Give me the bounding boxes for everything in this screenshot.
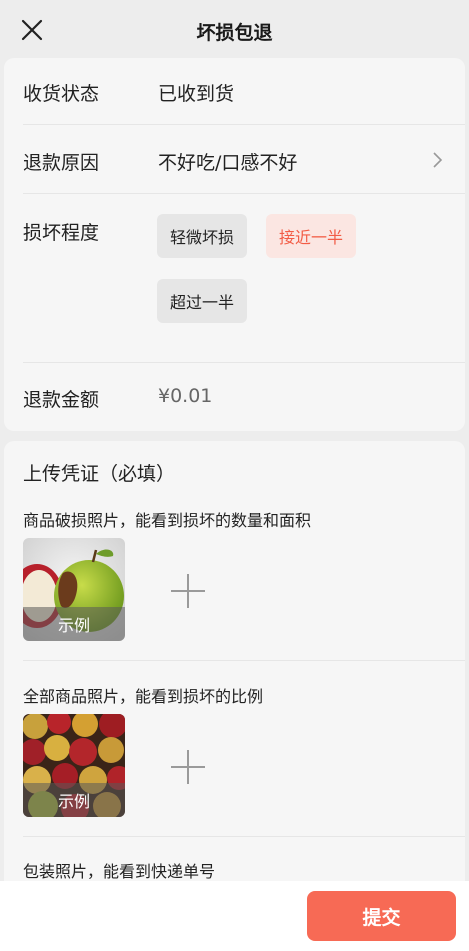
example-image-damaged-apples[interactable]: 示例 (23, 538, 125, 641)
submit-button[interactable]: 提交 (307, 891, 456, 941)
bottom-bar: 提交 (0, 881, 469, 951)
damage-option-over-half[interactable]: 超过一半 (157, 279, 247, 323)
top-bar: 坏损包退 (0, 0, 469, 58)
chevron-right-icon (431, 152, 443, 168)
damage-level-label: 损坏程度 (23, 222, 100, 244)
refund-reason-row[interactable]: 退款原因 不好吃/口感不好 (4, 125, 465, 193)
upload-proof-card: 上传凭证（必填） 商品破损照片，能看到损坏的数量和面积 示例 全部商品照片，能看… (4, 441, 465, 901)
refund-reason-value: 不好吃/口感不好 (158, 152, 298, 174)
example-label: 示例 (23, 607, 125, 641)
divider (23, 660, 465, 661)
receipt-status-value: 已收到货 (158, 83, 235, 105)
upload-hint-packaging: 包装照片，能看到快递单号 (23, 862, 216, 881)
receipt-status-label: 收货状态 (23, 83, 100, 105)
page-title: 坏损包退 (196, 22, 273, 44)
divider (23, 836, 465, 837)
refund-amount-row: 退款金额 ¥0.01 (4, 363, 465, 431)
damage-level-row: 损坏程度 轻微坏损 接近一半 超过一半 (4, 194, 465, 362)
add-photo-button[interactable] (168, 747, 208, 787)
example-image-apple-pile[interactable]: 示例 (23, 714, 125, 817)
upload-hint-all-products: 全部商品照片，能看到损坏的比例 (23, 687, 264, 706)
damage-option-minor[interactable]: 轻微坏损 (157, 214, 247, 258)
add-photo-button[interactable] (168, 571, 208, 611)
refund-info-card: 收货状态 已收到货 退款原因 不好吃/口感不好 损坏程度 轻微坏损 接近一半 超… (4, 58, 465, 431)
receipt-status-row: 收货状态 已收到货 (4, 58, 465, 124)
refund-reason-label: 退款原因 (23, 152, 100, 174)
example-label: 示例 (23, 783, 125, 817)
refund-amount-label: 退款金额 (23, 389, 100, 411)
upload-title: 上传凭证（必填） (23, 463, 176, 485)
upload-hint-damage: 商品破损照片，能看到损坏的数量和面积 (23, 511, 312, 530)
damage-option-half[interactable]: 接近一半 (266, 214, 356, 258)
refund-amount-value: ¥0.01 (158, 385, 213, 407)
